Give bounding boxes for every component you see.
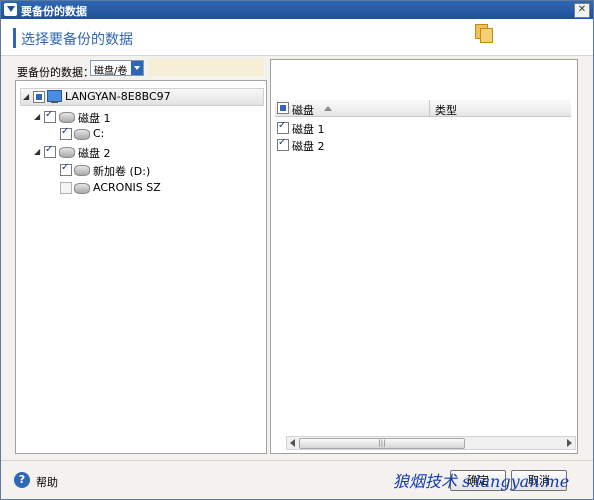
disk-icon — [74, 183, 90, 194]
chevron-down-icon[interactable] — [131, 61, 143, 75]
tree-row-disk2-volume[interactable]: 新加卷 (D:) — [60, 162, 240, 178]
select-all-checkbox[interactable] — [277, 102, 289, 114]
root-checkbox[interactable] — [33, 91, 45, 103]
data-source-selected: 磁盘/卷 — [94, 66, 128, 77]
disk-icon — [59, 147, 75, 158]
tree-acronis-zone-label: ACRONIS SZ — [93, 181, 161, 194]
backup-data-window: 要备份的数据 ✕ 选择要备份的数据 要备份的数据： 磁盘/卷 ◢ LANGYAN… — [0, 0, 594, 500]
footer: ? 帮助 确定 取消 狼烟技术 s.langyan.me — [1, 460, 593, 499]
table-header: 磁盘 类型 — [275, 100, 571, 117]
tree-row-disk1[interactable]: ◢ 磁盘 1 — [34, 109, 234, 125]
disk-icon — [59, 112, 75, 123]
help-icon[interactable]: ? — [14, 472, 30, 488]
expander-icon[interactable]: ◢ — [23, 93, 31, 101]
table-row[interactable]: 磁盘 2 — [277, 137, 427, 153]
window-title: 要备份的数据 — [21, 5, 87, 18]
tree-disk1-volume-label: C: — [93, 127, 105, 140]
selector-strip — [149, 59, 264, 76]
tree-pane: ◢ LANGYAN-8E8BC97 ◢ 磁盘 1 C: ◢ 磁盘 2 新加卷 (… — [15, 80, 267, 454]
column-header-type[interactable]: 类型 — [435, 102, 457, 118]
tree-disk2-label: 磁盘 2 — [78, 147, 111, 160]
page-title: 选择要备份的数据 — [21, 32, 133, 48]
disk-icon — [74, 165, 90, 176]
watermark: 狼烟技术 s.langyan.me — [393, 472, 570, 491]
help-link[interactable]: 帮助 — [36, 474, 58, 490]
row-checkbox[interactable] — [277, 137, 289, 151]
scroll-right-icon[interactable] — [567, 439, 572, 447]
horizontal-scrollbar[interactable]: ||| — [286, 436, 576, 450]
row-disk-name: 磁盘 2 — [292, 140, 325, 153]
disk2-checkbox[interactable] — [44, 144, 56, 158]
table-row[interactable]: 磁盘 1 — [277, 120, 427, 136]
sort-ascending-icon — [324, 106, 332, 111]
column-separator[interactable] — [429, 100, 430, 116]
app-icon — [4, 3, 17, 16]
scroll-thumb[interactable]: ||| — [299, 438, 465, 449]
computer-icon — [47, 90, 62, 103]
disk1-checkbox[interactable] — [44, 109, 56, 123]
expander-icon[interactable]: ◢ — [34, 113, 42, 121]
row-checkbox[interactable] — [277, 120, 289, 134]
titlebar: 要备份的数据 ✕ — [1, 1, 593, 19]
disk2-volume-checkbox[interactable] — [60, 162, 72, 176]
close-icon[interactable]: ✕ — [574, 3, 590, 18]
tree-disk2-volume-label: 新加卷 (D:) — [93, 165, 151, 178]
row-disk-name: 磁盘 1 — [292, 123, 325, 136]
tree-root-label: LANGYAN-8E8BC97 — [65, 90, 171, 103]
data-source-label: 要备份的数据： — [17, 66, 94, 79]
windows-decoration-icon-2 — [480, 28, 493, 43]
tree-disk1-label: 磁盘 1 — [78, 112, 111, 125]
tree-row-disk1-volume[interactable]: C: — [60, 126, 240, 142]
tree-row-root[interactable]: ◢ LANGYAN-8E8BC97 — [20, 88, 264, 106]
column-header-disk[interactable]: 磁盘 — [292, 102, 314, 118]
disk-icon — [74, 129, 90, 140]
heading-accent-bar — [13, 28, 16, 48]
disk-list-pane: 磁盘 类型 磁盘 1 磁盘 2 ||| — [270, 59, 578, 454]
disk1-volume-checkbox[interactable] — [60, 126, 72, 140]
tree-row-acronis-zone[interactable]: ACRONIS SZ — [60, 180, 240, 196]
header: 选择要备份的数据 — [1, 19, 593, 56]
expander-icon[interactable]: ◢ — [34, 148, 42, 156]
data-source-select[interactable]: 磁盘/卷 — [90, 60, 144, 77]
tree-row-disk2[interactable]: ◢ 磁盘 2 — [34, 144, 234, 160]
scroll-left-icon[interactable] — [290, 439, 295, 447]
acronis-zone-checkbox[interactable] — [60, 182, 72, 194]
